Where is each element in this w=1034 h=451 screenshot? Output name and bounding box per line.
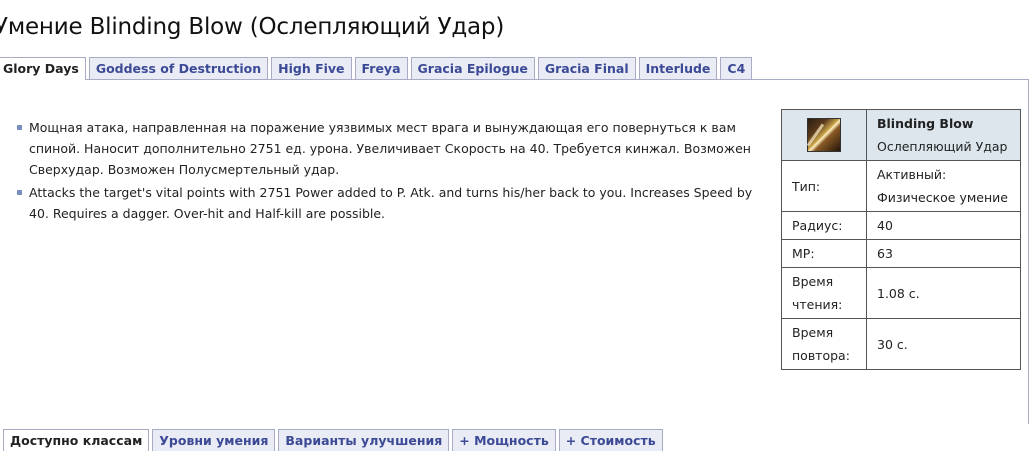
info-label: Радиус: xyxy=(781,211,867,240)
info-label: Тип: xyxy=(781,160,867,212)
tab-skill-levels[interactable]: Уровни умения xyxy=(152,429,276,451)
info-row-radius: Радиус: 40 xyxy=(781,211,1021,240)
info-label: Время повтора: xyxy=(781,318,867,370)
tab-cost[interactable]: + Стоимость xyxy=(558,429,663,451)
info-row-type: Тип: Активный: Физическое умение xyxy=(781,160,1021,212)
tab-glory-days[interactable]: Glory Days xyxy=(0,57,86,80)
info-value: 30 с. xyxy=(866,318,1021,370)
info-label: Время чтения: xyxy=(781,267,867,319)
blinding-blow-skill-icon xyxy=(807,118,841,152)
info-row-cast-time: Время чтения: 1.08 с. xyxy=(781,267,1021,319)
description-en-text: Attacks the target's vital points with 2… xyxy=(29,185,753,221)
skill-info-table: Blinding Blow Ослепляющий Удар Тип: Акти… xyxy=(781,109,1021,370)
tab-gracia-epilogue[interactable]: Gracia Epilogue xyxy=(410,57,535,79)
skill-icon-cell xyxy=(781,109,867,161)
bullet-icon xyxy=(17,125,22,130)
tab-c4[interactable]: C4 xyxy=(720,57,753,79)
page-title: Умение Blinding Blow (Ослепляющий Удар) xyxy=(0,14,505,40)
version-tabs: Glory Days Goddess of Destruction High F… xyxy=(0,57,753,80)
bullet-icon xyxy=(17,190,22,195)
description-en: Attacks the target's vital points with 2… xyxy=(17,182,757,224)
info-value: 1.08 с. xyxy=(866,267,1021,319)
tab-power[interactable]: + Мощность xyxy=(452,429,556,451)
skill-name-cell: Blinding Blow Ослепляющий Удар xyxy=(866,109,1021,161)
skill-name-ru: Ослепляющий Удар xyxy=(877,139,1008,154)
description-ru: Мощная атака, направленная на поражение … xyxy=(17,117,757,180)
description-ru-text: Мощная атака, направленная на поражение … xyxy=(29,120,751,177)
tab-gracia-final[interactable]: Gracia Final xyxy=(537,57,636,79)
info-value: 63 xyxy=(866,239,1021,268)
info-row-mp: MP: 63 xyxy=(781,239,1021,268)
tab-available-classes[interactable]: Доступно классам xyxy=(3,429,150,451)
tab-interlude[interactable]: Interlude xyxy=(638,57,718,79)
tab-freya[interactable]: Freya xyxy=(354,57,408,79)
info-row-reuse-time: Время повтора: 30 с. xyxy=(781,318,1021,370)
info-header-row: Blinding Blow Ослепляющий Удар xyxy=(781,109,1021,161)
skill-name-en: Blinding Blow xyxy=(877,116,974,131)
info-value: 40 xyxy=(866,211,1021,240)
skill-description: Мощная атака, направленная на поражение … xyxy=(17,117,757,226)
tab-goddess-of-destruction[interactable]: Goddess of Destruction xyxy=(88,57,269,79)
bottom-tabs: Доступно классам Уровни умения Варианты … xyxy=(3,429,663,451)
tab-high-five[interactable]: High Five xyxy=(271,57,352,79)
info-value: Активный: Физическое умение xyxy=(866,160,1021,212)
info-label: MP: xyxy=(781,239,867,268)
tab-enchant-variants[interactable]: Варианты улучшения xyxy=(278,429,450,451)
